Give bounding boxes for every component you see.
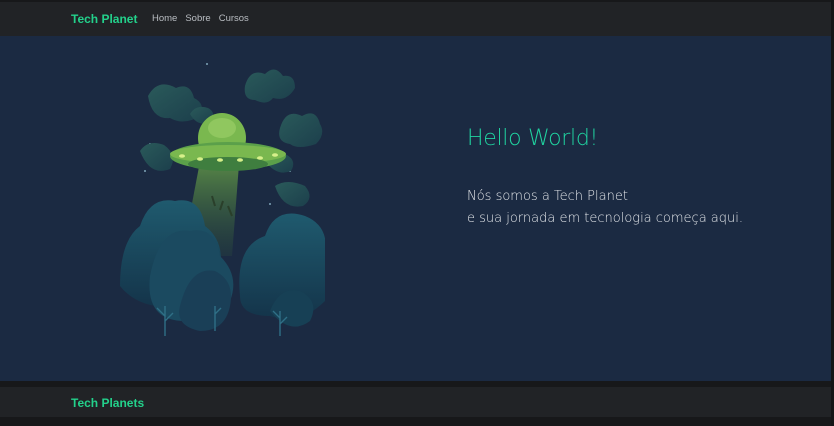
hero-line-2: e sua jornada em tecnologia começa aqui. — [467, 211, 743, 226]
hero-description: Nós somos a Tech Planet e sua jornada em… — [467, 186, 743, 230]
page: Tech Planet Home Sobre Cursos Hello Worl… — [0, 0, 834, 426]
hero-title: Hello World! — [467, 126, 599, 151]
footer-brand: Tech Planets — [71, 396, 145, 410]
nav-link-home[interactable]: Home — [152, 13, 177, 24]
nav-links: Home Sobre Cursos — [152, 13, 249, 24]
hero-section: Hello World! Nós somos a Tech Planet e s… — [0, 36, 831, 381]
navbar: Tech Planet Home Sobre Cursos — [0, 2, 834, 36]
nav-link-cursos[interactable]: Cursos — [219, 13, 249, 24]
hero-line-1: Nós somos a Tech Planet — [467, 189, 628, 204]
ufo-illustration — [120, 63, 325, 336]
ufo — [170, 113, 286, 171]
nav-link-sobre[interactable]: Sobre — [185, 13, 210, 24]
brand-link[interactable]: Tech Planet — [71, 12, 137, 26]
footer: Tech Planets — [0, 387, 834, 417]
